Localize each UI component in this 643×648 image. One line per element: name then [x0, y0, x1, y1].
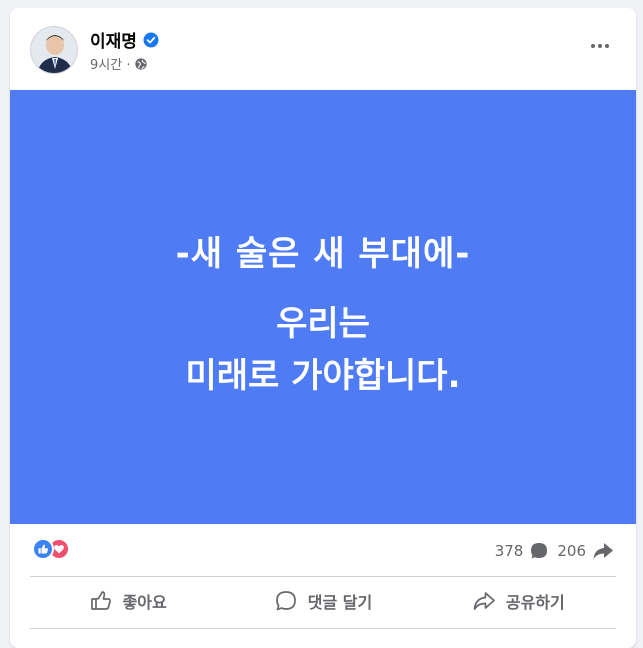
- comment-icon: [275, 591, 296, 611]
- thumbs-up-icon: [90, 591, 111, 610]
- author-name-text[interactable]: 이재명: [90, 27, 137, 52]
- action-bar: 좋아요 댓글 달기 공유하기: [30, 576, 616, 626]
- comment-count-value: 378: [494, 542, 524, 560]
- like-reaction-icon: [32, 538, 54, 560]
- comment-count[interactable]: 378: [495, 541, 550, 561]
- verified-badge-icon: [143, 32, 159, 47]
- more-dots-icon: [591, 44, 595, 48]
- avatar-image: [31, 27, 77, 73]
- post-card: 이재명 9시간 · -새 술은 새 부대에- 우리는 미래로 가야합니다. 37…: [10, 8, 636, 648]
- more-dot: [605, 44, 609, 48]
- post-stats: 378 206: [10, 524, 636, 576]
- like-button[interactable]: 좋아요: [30, 576, 225, 626]
- share-button[interactable]: 공유하기: [421, 576, 616, 626]
- image-text-line3: 미래로 가야합니다.: [185, 356, 461, 396]
- actions-divider: [30, 628, 616, 629]
- post-time[interactable]: 9시간 ·: [90, 54, 130, 73]
- engagement-counts: 378 206: [495, 541, 614, 561]
- more-options-button[interactable]: [586, 34, 614, 58]
- post-header: 이재명 9시간 ·: [10, 8, 636, 90]
- image-text-line1: -새 술은 새 부대에-: [175, 234, 471, 274]
- avatar[interactable]: [30, 26, 78, 74]
- share-icon: [473, 592, 495, 610]
- comment-button[interactable]: 댓글 달기: [225, 576, 420, 626]
- share-count[interactable]: 206: [557, 541, 614, 561]
- share-count-value: 206: [557, 542, 586, 560]
- more-dot: [598, 44, 602, 48]
- comment-button-label: 댓글 달기: [307, 593, 373, 612]
- author-name[interactable]: 이재명: [90, 27, 159, 52]
- globe-icon: [135, 57, 148, 70]
- comment-bubble-icon: [531, 543, 548, 559]
- share-button-label: 공유하기: [505, 593, 565, 612]
- post-image[interactable]: -새 술은 새 부대에- 우리는 미래로 가야합니다.: [10, 90, 636, 524]
- reaction-summary[interactable]: [32, 538, 70, 560]
- share-arrow-icon: [593, 543, 613, 559]
- image-text-line2: 우리는: [276, 304, 370, 344]
- post-meta: 9시간 ·: [90, 54, 148, 73]
- like-button-label: 좋아요: [122, 593, 167, 612]
